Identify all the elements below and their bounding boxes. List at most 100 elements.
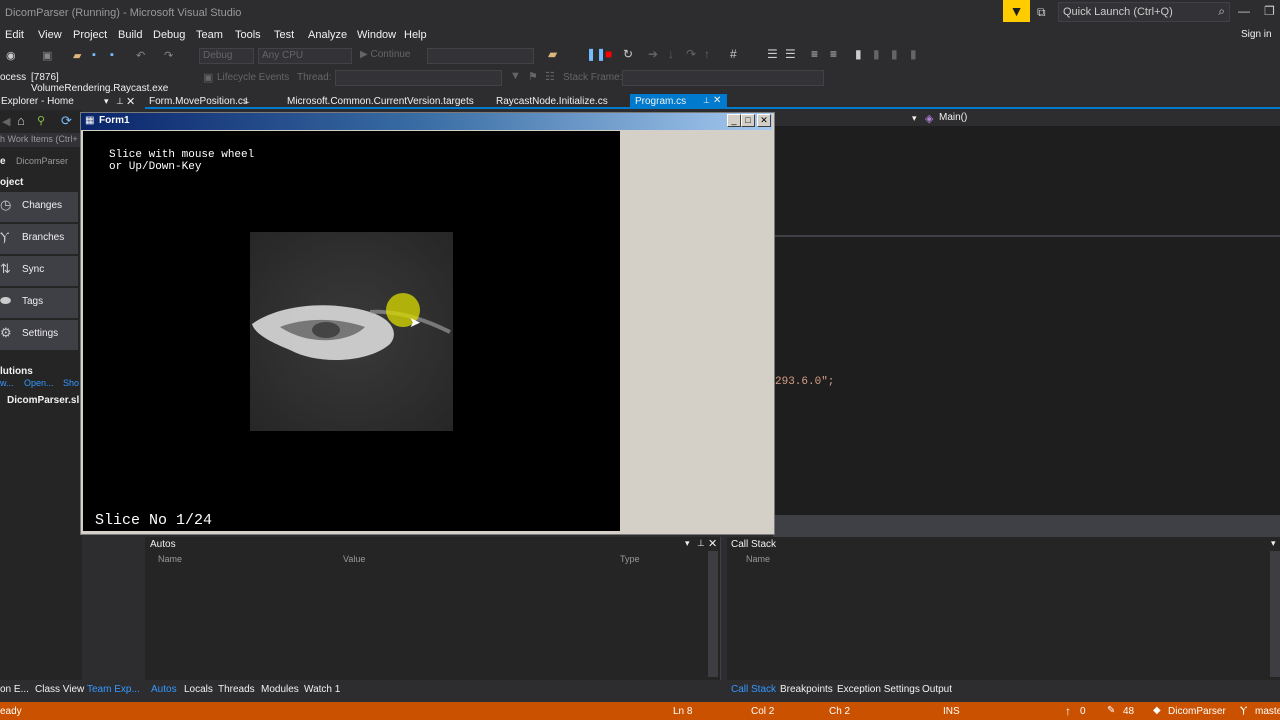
tab-team-explorer-bottom[interactable]: Team Exp... (87, 684, 140, 695)
tab-program-pin-icon[interactable]: ⊥ (703, 96, 710, 105)
tab-program-close-icon[interactable]: ✕ (713, 95, 721, 106)
step-into-icon[interactable]: ↓ (668, 47, 674, 61)
tab-output[interactable]: Output (922, 684, 952, 695)
redo-icon[interactable]: ↷ (164, 49, 173, 62)
notification-filter-icon[interactable]: ▼ (1003, 0, 1030, 22)
nav-branches[interactable]: Ⲩ Branches (0, 224, 78, 254)
solution-file[interactable]: DicomParser.sl (7, 395, 79, 406)
pencil-icon[interactable]: ✎ (1107, 705, 1115, 716)
quick-launch-input[interactable]: Quick Launch (Ctrl+Q) ⌕ (1058, 2, 1230, 22)
tab-call-stack[interactable]: Call Stack (731, 684, 776, 695)
pause-icon[interactable]: ❚❚ (586, 47, 606, 61)
call-stack-dropdown-icon[interactable]: ▾ (1271, 538, 1276, 549)
prev-bookmark-icon[interactable]: ▮ (873, 47, 880, 61)
save-all-icon[interactable]: ▪ (110, 49, 114, 61)
open-file-icon[interactable]: ▰ (73, 49, 81, 62)
repo-icon[interactable]: ◆ (1153, 705, 1161, 716)
process-select[interactable]: [7876] VolumeRendering.Raycast.exe (27, 70, 195, 94)
uncomment-icon[interactable]: ≡ (830, 47, 837, 61)
home-icon[interactable]: ⌂ (17, 113, 25, 128)
nav-changes[interactable]: ◷ Changes (0, 192, 78, 222)
restore-icon[interactable]: ❐ (1264, 4, 1275, 18)
tab-team-explorer[interactable]: Explorer - Home (1, 96, 74, 107)
type-dropdown-icon[interactable]: ▾ (912, 113, 917, 124)
restart-icon[interactable]: ↻ (623, 47, 633, 61)
tab-form-moveposition[interactable]: Form.MovePosition.cs (149, 96, 248, 107)
autos-pin-icon[interactable]: ⊥ (697, 538, 705, 549)
tab-team-explorer-dropdown-icon[interactable]: ▾ (104, 96, 109, 107)
new-project-icon[interactable]: ▣ (42, 49, 52, 62)
tab-common-targets[interactable]: Microsoft.Common.CurrentVersion.targets (287, 96, 474, 107)
open-solution-link[interactable]: Open... (24, 378, 54, 388)
pin-icon[interactable]: ⊥ (116, 96, 124, 107)
hex-display-icon[interactable]: # (730, 47, 737, 61)
tab-locals[interactable]: Locals (184, 684, 213, 695)
minimize-icon[interactable]: — (1238, 4, 1250, 18)
tab-pin-icon[interactable]: ⊥ (243, 96, 250, 105)
menu-edit[interactable]: Edit (5, 29, 24, 41)
connect-icon[interactable]: ⚲ (37, 114, 45, 127)
nav-tags[interactable]: ⬬ Tags (0, 288, 78, 318)
navigate-back-icon[interactable]: ◉ (6, 49, 16, 62)
align-right-icon[interactable]: ☰ (785, 47, 796, 61)
menu-analyze[interactable]: Analyze (308, 29, 347, 41)
autos-close-icon[interactable]: ✕ (708, 537, 717, 550)
align-left-icon[interactable]: ☰ (767, 47, 778, 61)
publish-icon[interactable]: ↑ (1065, 704, 1071, 718)
form1-minimize-icon[interactable]: _ (727, 114, 741, 127)
tab-exception-settings[interactable]: Exception Settings (837, 684, 920, 695)
member-name[interactable]: Main() (939, 112, 967, 123)
back-icon[interactable]: ◀ (2, 115, 10, 128)
menu-team[interactable]: Team (196, 29, 223, 41)
form1-maximize-icon[interactable]: □ (741, 114, 755, 127)
step-out-icon[interactable]: ↑ (704, 47, 710, 61)
nav-sync[interactable]: ⇅ Sync (0, 256, 78, 286)
work-items-search[interactable]: h Work Items (Ctrl+ (0, 133, 80, 147)
undo-icon[interactable]: ↶ (136, 49, 145, 62)
bookmark-icon[interactable]: ▮ (855, 47, 862, 61)
flag-icon[interactable]: ⚑ (528, 70, 538, 83)
lifecycle-events-button[interactable]: Lifecycle Events (217, 72, 289, 83)
tab-autos[interactable]: Autos (151, 684, 177, 695)
clear-bookmarks-icon[interactable]: ▮ (910, 47, 917, 61)
tab-modules[interactable]: Modules (261, 684, 299, 695)
menu-tools[interactable]: Tools (235, 29, 261, 41)
stop-icon[interactable]: ■ (605, 47, 612, 61)
status-unpushed-count[interactable]: 0 (1080, 706, 1086, 717)
next-bookmark-icon[interactable]: ▮ (891, 47, 898, 61)
status-changes-count[interactable]: 48 (1123, 706, 1134, 717)
splitter[interactable] (773, 235, 1280, 237)
menu-debug[interactable]: Debug (153, 29, 185, 41)
stack-frame-select[interactable] (622, 70, 824, 86)
tab-threads[interactable]: Threads (218, 684, 255, 695)
filter-thread-icon[interactable]: ▼ (510, 70, 521, 82)
form1-titlebar[interactable]: Form1 (81, 113, 772, 130)
nav-settings[interactable]: ⚙ Settings (0, 320, 78, 350)
menu-help[interactable]: Help (404, 29, 427, 41)
debug-target-select[interactable] (427, 48, 534, 64)
thread-select[interactable] (335, 70, 502, 86)
new-solution-link[interactable]: w... (0, 378, 14, 388)
step-over-icon[interactable]: ↷ (686, 47, 696, 61)
autos-dropdown-icon[interactable]: ▾ (685, 538, 690, 549)
autos-scrollbar[interactable] (708, 551, 718, 677)
refresh-icon[interactable]: ⟳ (61, 113, 72, 129)
menu-test[interactable]: Test (274, 29, 294, 41)
tab-breakpoints[interactable]: Breakpoints (780, 684, 833, 695)
branch-status-icon[interactable]: Ⲩ (1240, 705, 1247, 716)
menu-build[interactable]: Build (118, 29, 142, 41)
tab-class-view[interactable]: Class View (35, 684, 84, 695)
menu-window[interactable]: Window (357, 29, 396, 41)
feedback-icon[interactable]: ⧉ (1037, 5, 1046, 20)
continue-button[interactable]: ▶ Continue (360, 49, 411, 60)
call-stack-scrollbar[interactable] (1270, 551, 1280, 677)
save-icon[interactable]: ▪ (92, 49, 96, 61)
menu-view[interactable]: View (38, 29, 62, 41)
tab-watch-1[interactable]: Watch 1 (304, 684, 340, 695)
status-repo[interactable]: DicomParser (1168, 706, 1226, 717)
tab-raycastnode-initialize[interactable]: RaycastNode.Initialize.cs (496, 96, 608, 107)
tab-solution-explorer[interactable]: on E... (0, 684, 29, 695)
platform-select[interactable]: Any CPU (258, 48, 352, 64)
show-folder-link[interactable]: Sho (63, 378, 79, 388)
code-editor[interactable]: ▾ ◈ Main() 293.6.0"; (773, 110, 1280, 537)
